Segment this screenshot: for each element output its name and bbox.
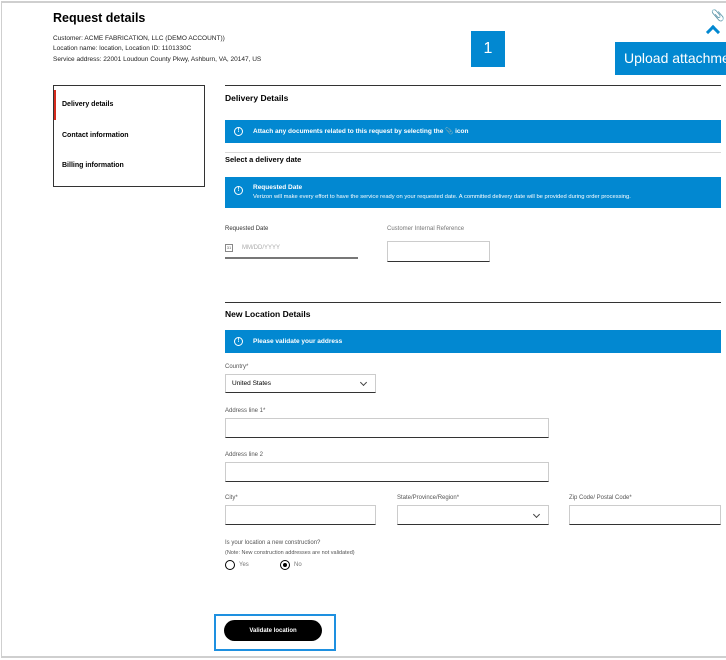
validate-banner-text: Please validate your address xyxy=(253,338,343,345)
zip-label: Zip Code/ Postal Code* xyxy=(569,495,632,501)
date-placeholder: MM/DD/YYYY xyxy=(242,245,281,251)
select-date-heading: Select a delivery date xyxy=(225,155,302,164)
address1-input[interactable] xyxy=(225,418,549,438)
country-label: Country* xyxy=(225,364,249,370)
state-select[interactable] xyxy=(397,505,549,525)
upload-attachment-button[interactable]: Upload attachment xyxy=(615,42,726,75)
zip-input[interactable] xyxy=(569,505,721,525)
calendar-icon: 31 xyxy=(225,244,233,252)
banner-text: Verizon will make every effort to have t… xyxy=(253,194,631,200)
city-input[interactable] xyxy=(225,505,376,525)
address1-label: Address line 1* xyxy=(225,408,266,414)
requested-date-input[interactable]: 31 MM/DD/YYYY xyxy=(225,240,358,259)
address2-label: Address line 2 xyxy=(225,452,264,458)
construction-question: Is your location a new construction? xyxy=(225,540,321,546)
info-icon: ! xyxy=(234,186,243,195)
delivery-heading: Delivery Details xyxy=(225,93,289,103)
page-title: Request details xyxy=(53,11,146,25)
divider xyxy=(225,302,721,303)
radio-yes-label: Yes xyxy=(239,562,249,568)
reference-input[interactable] xyxy=(387,241,490,262)
validate-banner: ! Please validate your address xyxy=(225,330,721,353)
chevron-down-icon xyxy=(532,510,541,519)
new-location-heading: New Location Details xyxy=(225,309,311,319)
sidebar-item-billing-information[interactable]: Billing information xyxy=(54,151,204,181)
sidebar-nav: Delivery details Contact information Bil… xyxy=(53,85,205,187)
requested-date-banner: ! Requested Date Verizon will make every… xyxy=(225,177,721,208)
location-info: Location name: location, Location ID: 11… xyxy=(53,45,192,52)
validate-location-button[interactable]: Validate location xyxy=(224,620,322,641)
construction-note: (Note: New construction addresses are no… xyxy=(225,550,355,556)
sidebar-item-delivery-details[interactable]: Delivery details xyxy=(54,90,204,120)
state-label: State/Province/Region* xyxy=(397,495,460,501)
chevron-down-icon xyxy=(359,378,368,387)
service-address: Service address: 22001 Loudoun County Pk… xyxy=(53,56,262,63)
info-icon: ! xyxy=(234,127,243,136)
radio-no-circle[interactable] xyxy=(280,560,290,570)
paperclip-icon[interactable]: 📎 xyxy=(711,9,725,22)
customer-info: Customer: ACME FABRICATION, LLC (DEMO AC… xyxy=(53,35,225,42)
country-select[interactable]: United States xyxy=(225,374,376,393)
city-label: City* xyxy=(225,495,238,501)
radio-yes-circle[interactable] xyxy=(225,560,235,570)
paperclip-icon: 📎 xyxy=(445,128,454,135)
address2-input[interactable] xyxy=(225,462,549,482)
radio-no[interactable]: No xyxy=(280,560,302,570)
divider xyxy=(225,152,721,153)
divider xyxy=(225,85,721,86)
requested-date-label: Requested Date xyxy=(225,226,269,232)
radio-yes[interactable]: Yes xyxy=(225,560,249,570)
reference-label: Customer Internal Reference xyxy=(387,226,465,232)
attach-banner: ! Attach any documents related to this r… xyxy=(225,120,721,143)
attach-banner-text-end: icon xyxy=(455,128,469,135)
country-value: United States xyxy=(232,380,272,387)
info-icon: ! xyxy=(234,337,243,346)
attach-banner-text: Attach any documents related to this req… xyxy=(253,128,444,135)
sidebar-item-contact-information[interactable]: Contact information xyxy=(54,121,204,151)
step-badge: 1 xyxy=(471,31,505,67)
banner-title: Requested Date xyxy=(253,184,303,191)
radio-no-label: No xyxy=(294,562,302,568)
